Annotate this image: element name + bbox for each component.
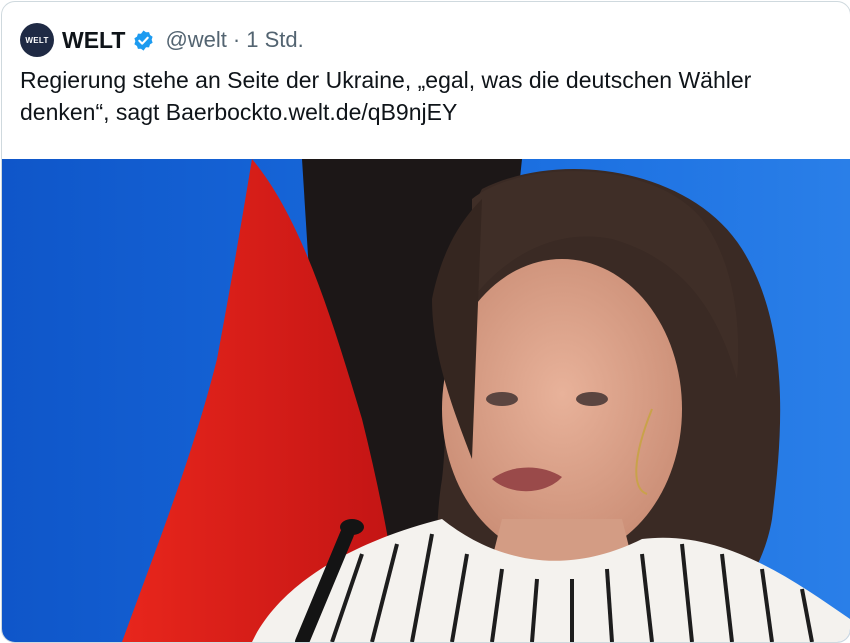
verified-badge-icon bbox=[134, 29, 154, 51]
separator-dot: · bbox=[232, 27, 241, 52]
avatar[interactable]: WELT bbox=[20, 23, 54, 57]
press-conference-photo bbox=[2, 159, 850, 642]
display-name[interactable]: WELT bbox=[62, 27, 125, 54]
tweet-image[interactable] bbox=[2, 159, 850, 642]
tweet-card[interactable]: WELT WELT @welt · 1 Std. Regierung stehe… bbox=[1, 1, 850, 643]
tweet-header: WELT WELT @welt · 1 Std. bbox=[20, 22, 304, 58]
tweet-link[interactable]: to.welt.de/qB9njEY bbox=[263, 99, 457, 125]
user-handle[interactable]: @welt bbox=[165, 27, 226, 53]
avatar-logo-text: WELT bbox=[25, 35, 49, 45]
tweet-text: Regierung stehe an Seite der Ukraine, „e… bbox=[20, 64, 820, 128]
timestamp[interactable]: 1 Std. bbox=[246, 27, 303, 53]
